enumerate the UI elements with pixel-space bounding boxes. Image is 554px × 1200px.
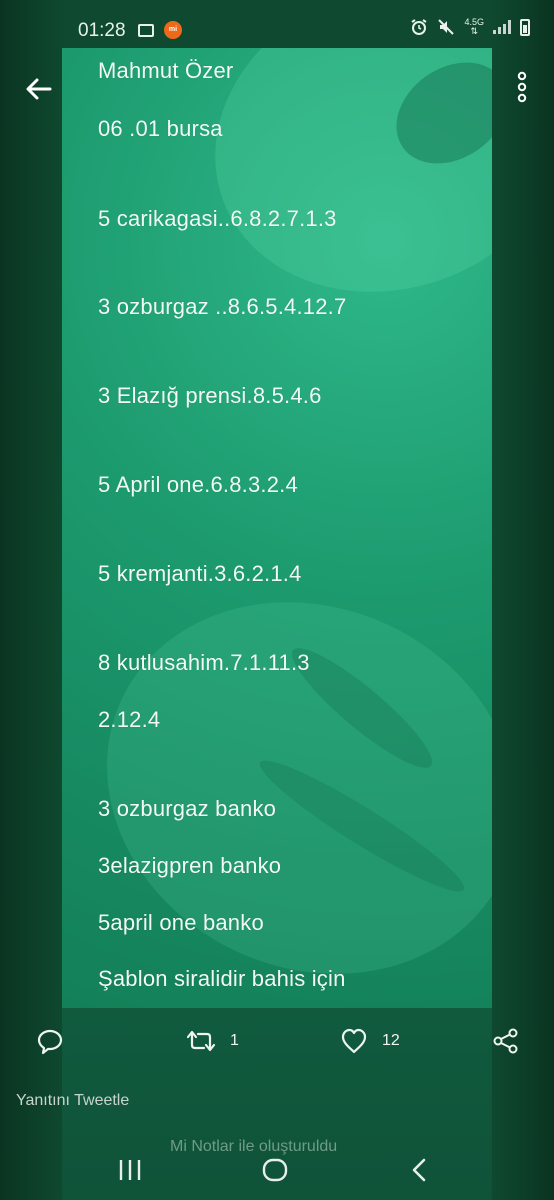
note-line-banko: 3elazigpren banko — [98, 853, 282, 878]
note-line-footer: Şablon siralidir bahis için — [98, 966, 346, 991]
note-line-race: 3 ozburgaz ..8.6.5.4.12.7 — [98, 294, 347, 319]
note-line-banko: 5april one banko — [98, 910, 264, 935]
reply-input[interactable]: Yanıtını Tweetle — [16, 1092, 129, 1110]
system-nav-bar — [0, 1140, 554, 1200]
status-time: 01:28 — [78, 20, 126, 41]
note-line-date: 06 .01 bursa — [98, 116, 223, 141]
alarm-icon — [411, 19, 428, 35]
reply-button[interactable] — [36, 1026, 64, 1056]
note-line-race: 8 kutlusahim.7.1.11.3 — [98, 650, 310, 675]
note-line-banko: 3 ozburgaz banko — [98, 796, 277, 821]
network-indicator: 4.5G ⇅ — [464, 18, 484, 36]
retweet-icon — [186, 1030, 216, 1052]
share-button[interactable] — [492, 1026, 520, 1056]
more-vertical-icon[interactable] — [514, 70, 530, 106]
retweet-count: 1 — [230, 1032, 239, 1049]
share-icon — [493, 1028, 518, 1054]
battery-icon — [520, 18, 530, 36]
arrow-left-icon[interactable] — [22, 72, 56, 106]
note-line-author: Mahmut Özer — [98, 58, 234, 83]
reply-icon — [37, 1029, 63, 1055]
note-line-race: 5 kremjanti.3.6.2.1.4 — [98, 561, 302, 586]
mute-icon — [438, 19, 455, 35]
gallery-icon — [138, 24, 154, 37]
like-count: 12 — [382, 1032, 400, 1049]
signal-icon — [493, 20, 511, 34]
mi-app-icon: mi — [164, 21, 182, 39]
recent-apps-icon[interactable] — [110, 1154, 150, 1186]
note-line-race-cont: 2.12.4 — [98, 707, 161, 732]
back-icon[interactable] — [400, 1154, 440, 1186]
status-bar: 01:28 mi 4.5G ⇅ — [0, 0, 554, 48]
note-line-race: 5 carikagasi..6.8.2.7.1.3 — [98, 206, 337, 231]
data-arrows-icon: ⇅ — [470, 26, 479, 36]
like-button[interactable]: 12 — [340, 1026, 400, 1056]
home-icon[interactable] — [255, 1154, 295, 1186]
note-line-race: 3 Elazığ prensi.8.5.4.6 — [98, 383, 322, 408]
heart-icon — [341, 1028, 367, 1054]
retweet-button[interactable]: 1 — [186, 1026, 239, 1056]
note-line-race: 5 April one.6.8.3.2.4 — [98, 472, 298, 497]
